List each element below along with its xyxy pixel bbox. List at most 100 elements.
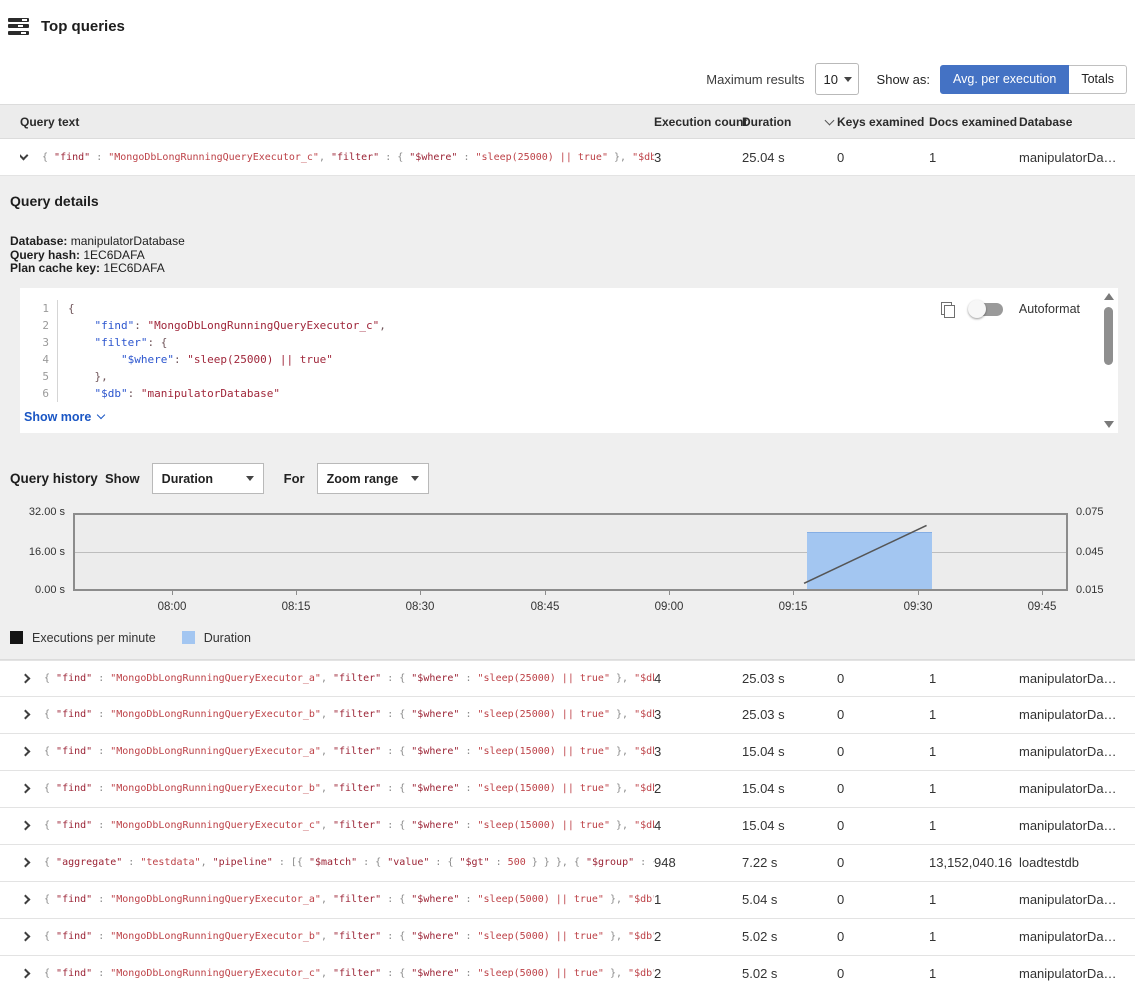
- col-keys-examined[interactable]: Keys examined: [837, 115, 929, 129]
- scroll-up-icon[interactable]: [1104, 293, 1114, 300]
- code-line: 2 "find": "MongoDbLongRunningQueryExecut…: [20, 317, 1118, 334]
- chevron-right-icon[interactable]: [21, 821, 31, 831]
- table-row[interactable]: { "find" : "MongoDbLongRunningQueryExecu…: [0, 771, 1135, 808]
- col-docs-examined[interactable]: Docs examined: [929, 115, 1019, 129]
- execution-count-value: 3: [654, 707, 742, 722]
- docs-examined-value: 1: [929, 892, 1019, 907]
- for-range-select[interactable]: Zoom range: [317, 463, 429, 494]
- show-label: Show: [105, 471, 140, 486]
- x-axis-tick: [420, 591, 421, 595]
- database-value: manipulatorDatabase: [1019, 966, 1117, 981]
- keys-examined-value: 0: [837, 150, 929, 165]
- table-row[interactable]: { "find" : "MongoDbLongRunningQueryExecu…: [0, 734, 1135, 771]
- chart-legend: Executions per minute Duration: [0, 623, 1135, 659]
- chevron-right-icon[interactable]: [21, 784, 31, 794]
- execution-count-value: 2: [654, 781, 742, 796]
- x-axis-tick: [669, 591, 670, 595]
- database-value: loadtestdb: [1019, 855, 1117, 870]
- copy-icon[interactable]: [941, 302, 954, 317]
- duration-value: 5.02 s: [742, 929, 837, 944]
- chevron-right-icon[interactable]: [21, 710, 31, 720]
- x-axis-label: 09:15: [779, 601, 808, 613]
- code-line: 5 },: [20, 368, 1118, 385]
- show-as-toggle-group: Avg. per execution Totals: [940, 65, 1127, 94]
- y-axis-left-label: 0.00 s: [35, 584, 65, 596]
- legend-item: Executions per minute: [10, 631, 156, 645]
- docs-examined-value: 1: [929, 707, 1019, 722]
- table-row[interactable]: { "find" : "MongoDbLongRunningQueryExecu…: [0, 660, 1135, 697]
- col-execution-count[interactable]: Execution count: [654, 115, 742, 129]
- keys-examined-value: 0: [837, 744, 929, 759]
- plan-cache-key-value: 1EC6DAFA: [103, 261, 164, 275]
- top-queries-icon: [8, 18, 29, 35]
- chevron-right-icon[interactable]: [21, 747, 31, 757]
- chevron-right-icon[interactable]: [21, 969, 31, 979]
- show-more-link[interactable]: Show more: [20, 402, 1118, 424]
- docs-examined-value: 1: [929, 150, 1019, 165]
- scrollbar-thumb[interactable]: [1104, 307, 1113, 365]
- code-line: 4 "$where": "sleep(25000) || true": [20, 351, 1118, 368]
- execution-count-value: 948: [654, 855, 742, 870]
- executions-line-series: [75, 515, 1066, 589]
- col-database[interactable]: Database: [1019, 115, 1117, 129]
- max-results-select[interactable]: 10: [815, 63, 859, 95]
- legend-item: Duration: [182, 631, 251, 645]
- duration-value: 5.04 s: [742, 892, 837, 907]
- docs-examined-value: 1: [929, 966, 1019, 981]
- table-row[interactable]: { "find" : "MongoDbLongRunningQueryExecu…: [0, 808, 1135, 845]
- results-controls: Maximum results 10 Show as: Avg. per exe…: [0, 62, 1127, 96]
- totals-button[interactable]: Totals: [1069, 65, 1127, 94]
- autoformat-toggle[interactable]: [970, 303, 1003, 316]
- docs-examined-value: 1: [929, 929, 1019, 944]
- autoformat-label: Autoformat: [1019, 302, 1080, 316]
- table-row-expanded[interactable]: { "find" : "MongoDbLongRunningQueryExecu…: [0, 139, 1135, 176]
- avg-per-execution-button[interactable]: Avg. per execution: [940, 65, 1069, 94]
- table-row[interactable]: { "find" : "MongoDbLongRunningQueryExecu…: [0, 919, 1135, 956]
- database-value: manipulatorDatabase: [1019, 929, 1117, 944]
- col-duration[interactable]: Duration: [742, 115, 837, 129]
- x-axis-tick: [918, 591, 919, 595]
- y-axis-left-label: 16.00 s: [29, 546, 65, 558]
- execution-count-value: 3: [654, 744, 742, 759]
- show-metric-select[interactable]: Duration: [152, 463, 264, 494]
- table-row[interactable]: { "aggregate" : "testdata", "pipeline" :…: [0, 845, 1135, 882]
- query-text: { "find" : "MongoDbLongRunningQueryExecu…: [42, 152, 654, 163]
- query-text: { "find" : "MongoDbLongRunningQueryExecu…: [44, 931, 654, 942]
- execution-count-value: 3: [654, 150, 742, 165]
- plan-cache-key-label: Plan cache key:: [10, 261, 100, 275]
- table-row[interactable]: { "find" : "MongoDbLongRunningQueryExecu…: [0, 882, 1135, 919]
- y-axis-left-label: 32.00 s: [29, 506, 65, 518]
- sort-desc-icon: [825, 115, 835, 125]
- chevron-right-icon[interactable]: [21, 895, 31, 905]
- x-axis-tick: [793, 591, 794, 595]
- chevron-down-icon: [411, 476, 419, 481]
- scroll-down-icon[interactable]: [1104, 421, 1114, 428]
- chevron-right-icon[interactable]: [21, 673, 31, 683]
- chevron-right-icon[interactable]: [21, 858, 31, 868]
- query-text: { "find" : "MongoDbLongRunningQueryExecu…: [44, 968, 654, 979]
- chevron-down-icon[interactable]: [20, 152, 28, 160]
- docs-examined-value: 1: [929, 744, 1019, 759]
- table-row[interactable]: { "find" : "MongoDbLongRunningQueryExecu…: [0, 956, 1135, 985]
- code-scrollbar[interactable]: [1102, 291, 1115, 430]
- chart-plot-area[interactable]: [73, 513, 1068, 591]
- code-line: 3 "filter": {: [20, 334, 1118, 351]
- keys-examined-value: 0: [837, 892, 929, 907]
- database-value: manipulatorDatabase: [1019, 707, 1117, 722]
- keys-examined-value: 0: [837, 818, 929, 833]
- keys-examined-value: 0: [837, 781, 929, 796]
- database-name: manipulatorDatabase: [71, 234, 185, 248]
- keys-examined-value: 0: [837, 966, 929, 981]
- chevron-right-icon[interactable]: [21, 932, 31, 942]
- col-query-text[interactable]: Query text: [20, 115, 654, 129]
- table-row[interactable]: { "find" : "MongoDbLongRunningQueryExecu…: [0, 697, 1135, 734]
- docs-examined-value: 1: [929, 671, 1019, 686]
- execution-count-value: 2: [654, 929, 742, 944]
- database-value: manipulatorDatabase: [1019, 818, 1117, 833]
- database-label: Database:: [10, 234, 67, 248]
- chevron-down-icon: [97, 410, 105, 418]
- database-value: manipulatorDatabase: [1019, 150, 1117, 165]
- query-hash-label: Query hash:: [10, 248, 80, 262]
- for-label: For: [284, 471, 305, 486]
- legend-swatch-icon: [182, 631, 195, 644]
